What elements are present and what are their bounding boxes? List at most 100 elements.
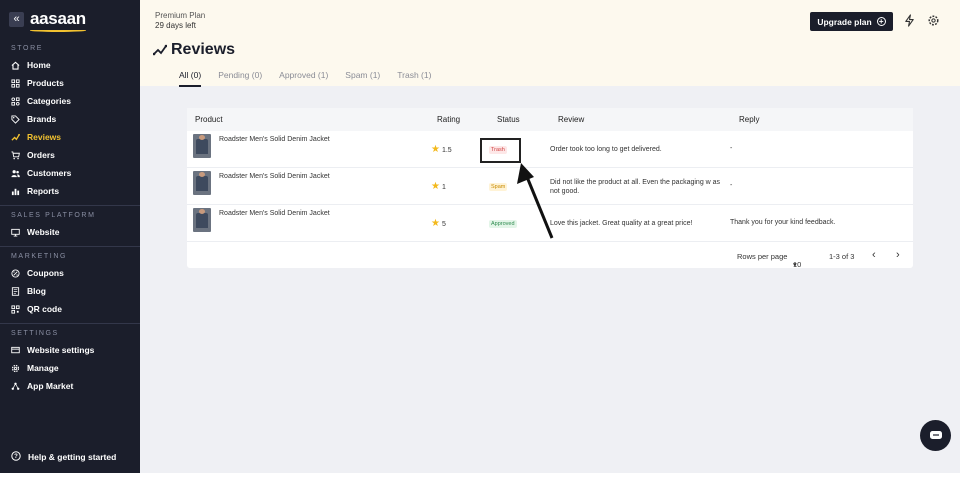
reply-text: - (730, 145, 733, 152)
grid-icon (11, 78, 20, 88)
divider (0, 205, 140, 206)
sidebar-item-label: Categories (27, 96, 71, 106)
lightning-icon[interactable] (903, 14, 916, 27)
table-row[interactable]: Roadster Men's Solid Denim Jacket ★ 1.5 T… (187, 131, 913, 168)
rating: ★ 1.5 (431, 145, 452, 155)
sidebar-item-label: Customers (27, 168, 72, 178)
rating-value: 1 (441, 183, 446, 191)
collapse-sidebar-icon[interactable]: « (9, 11, 24, 27)
status-badge[interactable]: Spam (489, 183, 508, 191)
reviews-title-icon (153, 44, 167, 56)
apps-icon (11, 382, 20, 391)
annotation-highlight-box (480, 138, 521, 163)
sidebar-item-label: Blog (27, 286, 46, 296)
sidebar-item-categories[interactable]: Categories (0, 92, 140, 110)
section-settings: SETTINGS (11, 330, 59, 337)
sidebar-item-label: Orders (27, 150, 55, 160)
sidebar-item-label: App Market (27, 381, 74, 391)
sidebar-item-products[interactable]: Products (0, 74, 140, 92)
divider (0, 323, 140, 324)
page-title: Reviews (171, 41, 236, 58)
product-thumbnail (193, 171, 211, 195)
tab-all[interactable]: All (0) (179, 70, 202, 87)
rows-per-page-label: Rows per page (737, 252, 788, 261)
sidebar-item-website-settings[interactable]: Website settings (0, 341, 140, 359)
sidebar-item-label: Brands (27, 114, 57, 124)
sidebar-item-label: Website settings (27, 345, 95, 355)
sidebar-item-reports[interactable]: Reports (0, 182, 140, 200)
sidebar-item-orders[interactable]: Orders (0, 146, 140, 164)
logo[interactable]: aasaan (30, 9, 86, 32)
sidebar-item-home[interactable]: Home (0, 56, 140, 74)
reply-text: - (730, 182, 733, 189)
sidebar-item-app-market[interactable]: App Market (0, 377, 140, 395)
title-row: Reviews (153, 41, 235, 59)
column-reply: Reply (739, 115, 760, 124)
sidebar-item-label: Products (27, 78, 64, 88)
days-left: 29 days left (155, 21, 196, 30)
product-thumbnail (193, 208, 211, 232)
website-settings-icon (11, 346, 20, 355)
section-store: STORE (11, 45, 43, 52)
table-header: Product Rating Status Review Reply (187, 108, 913, 131)
document-icon (11, 286, 20, 296)
star-icon: ★ (431, 181, 440, 192)
home-icon (11, 61, 20, 70)
sidebar-item-manage[interactable]: Manage (0, 359, 140, 377)
tab-trash[interactable]: Trash (1) (397, 70, 431, 87)
sidebar-item-blog[interactable]: Blog (0, 282, 140, 300)
tab-approved[interactable]: Approved (1) (279, 70, 328, 87)
sidebar-item-label: Website (27, 227, 60, 237)
tab-pending[interactable]: Pending (0) (218, 70, 262, 87)
product-name[interactable]: Roadster Men's Solid Denim Jacket (219, 210, 330, 217)
table-row[interactable]: Roadster Men's Solid Denim Jacket ★ 1 Spa… (187, 168, 913, 205)
bottom-strip (0, 473, 960, 480)
rating: ★ 1 (431, 182, 446, 192)
product-name[interactable]: Roadster Men's Solid Denim Jacket (219, 173, 330, 180)
settings-gear-icon[interactable] (927, 14, 940, 27)
sidebar-item-customers[interactable]: Customers (0, 164, 140, 182)
upgrade-label: Upgrade plan (817, 16, 872, 27)
sidebar-item-coupons[interactable]: Coupons (0, 264, 140, 282)
review-text: Did not like the product at all. Even th… (550, 179, 721, 195)
cart-icon (11, 150, 20, 160)
sidebar-item-qr-code[interactable]: QR code (0, 300, 140, 318)
rating: ★ 5 (431, 219, 446, 229)
help-link[interactable]: ? Help & getting started (11, 451, 116, 463)
chat-button[interactable] (920, 420, 951, 451)
status-badge[interactable]: Approved (489, 220, 517, 228)
review-text: Love this jacket. Great quality at a gre… (550, 220, 693, 227)
sidebar-item-label: Home (27, 60, 51, 70)
gear-icon (11, 364, 20, 373)
main-content: Premium Plan 29 days left Upgrade plan +… (140, 0, 960, 473)
svg-text:?: ? (14, 454, 18, 460)
sidebar-item-label: Coupons (27, 268, 64, 278)
users-icon (11, 169, 20, 178)
sidebar-item-label: Reports (27, 186, 60, 196)
column-review: Review (558, 115, 585, 124)
plan-info: Premium Plan 29 days left (155, 11, 205, 31)
monitor-icon (11, 228, 20, 237)
help-icon: ? (11, 451, 21, 463)
divider (0, 246, 140, 247)
prev-page-icon[interactable]: ‹ (872, 249, 876, 261)
coupon-icon (11, 268, 20, 278)
qr-icon (11, 304, 20, 314)
section-marketing: MARKETING (11, 253, 68, 260)
star-icon: ★ (431, 144, 440, 155)
sidebar-item-reviews[interactable]: Reviews (0, 128, 140, 146)
table-row[interactable]: Roadster Men's Solid Denim Jacket ★ 5 App… (187, 205, 913, 242)
reply-text: Thank you for your kind feedback. (730, 219, 836, 226)
product-name[interactable]: Roadster Men's Solid Denim Jacket (219, 136, 330, 143)
logo-text: aasaan (30, 9, 86, 28)
star-icon: ★ (431, 218, 440, 229)
sidebar-item-brands[interactable]: Brands (0, 110, 140, 128)
tag-icon (11, 114, 20, 124)
next-page-icon[interactable]: › (896, 249, 900, 261)
categories-icon (11, 96, 20, 106)
sidebar-item-label: Reviews (27, 132, 62, 142)
caret-down-icon: ▾ (793, 260, 797, 269)
tab-spam[interactable]: Spam (1) (345, 70, 380, 87)
sidebar-item-website[interactable]: Website (0, 223, 140, 241)
upgrade-plan-button[interactable]: Upgrade plan + (810, 12, 893, 31)
